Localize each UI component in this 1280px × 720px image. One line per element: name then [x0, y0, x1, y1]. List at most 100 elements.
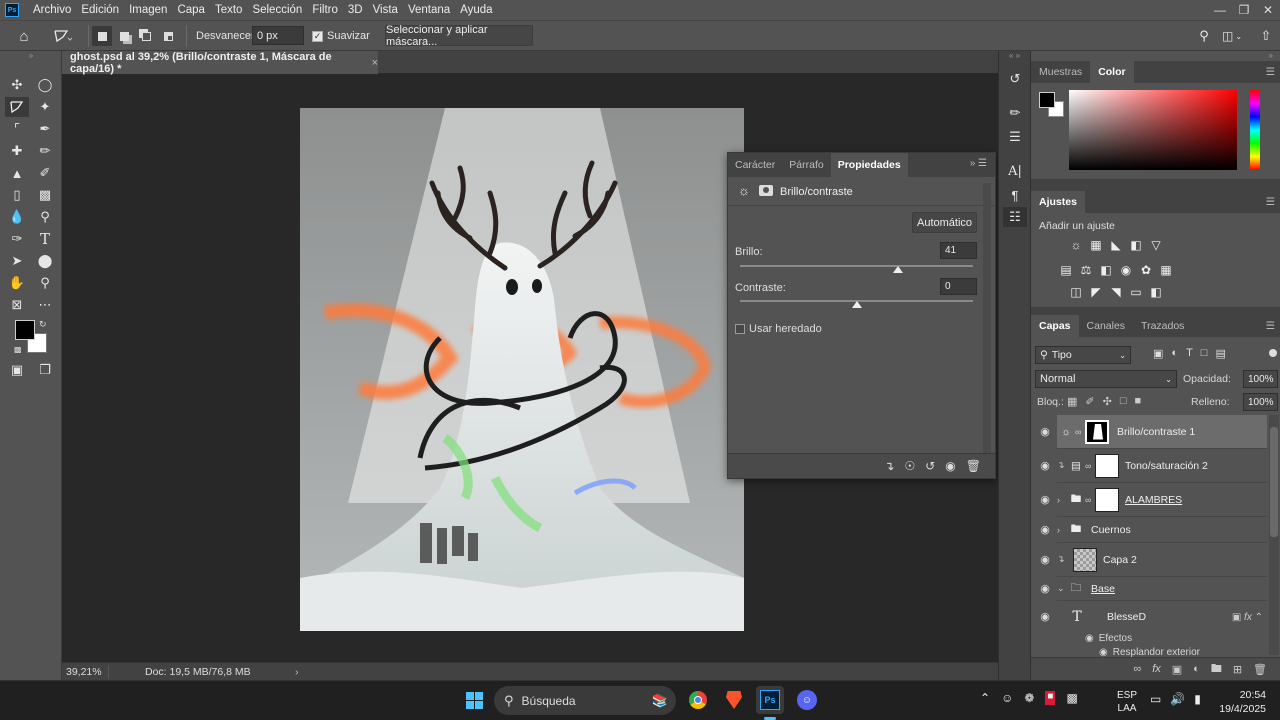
effect-outer-glow[interactable]: ◉ Resplandor exterior	[1099, 647, 1200, 657]
eyedropper-tool-icon[interactable]: ✒	[33, 119, 57, 139]
new-group-icon[interactable]: 🖿	[1211, 660, 1222, 679]
filter-toggle-icon[interactable]	[1269, 349, 1277, 357]
visibility-icon[interactable]: ◉	[945, 459, 955, 473]
panel-menu-icon[interactable]: ☰	[1266, 196, 1275, 208]
language-indicator[interactable]: ESP LAA	[1115, 689, 1139, 715]
black-white-icon[interactable]: ◧	[1099, 263, 1113, 277]
filter-type-icon[interactable]: T	[1186, 347, 1193, 360]
new-layer-icon[interactable]: ⊞	[1233, 663, 1242, 676]
menu-edicion[interactable]: Edición	[76, 4, 124, 16]
restore-icon[interactable]: ❐	[1232, 0, 1256, 20]
filter-adjustment-icon[interactable]: ◐	[1171, 347, 1178, 360]
history-brush-tool-icon[interactable]: ✐	[33, 163, 57, 183]
zoom-tool-icon[interactable]: ⚲	[33, 273, 57, 293]
dodge-tool-icon[interactable]: ⚲	[33, 207, 57, 227]
clip-to-layer-icon[interactable]: ↴	[884, 459, 894, 473]
quick-settings[interactable]: ▭ 🔊 ▮	[1150, 692, 1201, 706]
collapse-panels-icon[interactable]: « »	[999, 51, 1030, 61]
tab-canales[interactable]: Canales	[1079, 320, 1134, 332]
status-expand-icon[interactable]: ›	[295, 666, 299, 678]
properties-panel-icon[interactable]: ☷	[1003, 207, 1027, 227]
screen-mode-icon[interactable]: ❐	[33, 360, 57, 380]
brave-icon[interactable]	[720, 686, 748, 714]
menu-seleccion[interactable]: Selección	[247, 4, 307, 16]
windows-start-icon[interactable]	[460, 686, 488, 714]
filter-smart-icon[interactable]: ▤	[1215, 347, 1225, 360]
menu-filtro[interactable]: Filtro	[307, 4, 343, 16]
link-layers-icon[interactable]: ∞	[1133, 663, 1141, 675]
tray-chevron-up-icon[interactable]: ⌃	[980, 691, 990, 705]
lasso-tool-icon[interactable]	[5, 97, 29, 117]
layer-blessed[interactable]: T BlesseD ▣ fx ⌃	[1057, 601, 1267, 633]
new-adjustment-icon[interactable]: ◐	[1193, 663, 1200, 675]
tab-caracter[interactable]: Carácter	[728, 153, 782, 177]
share-icon[interactable]: ⇧	[1256, 26, 1276, 46]
selective-color-icon[interactable]: ◧	[1149, 285, 1163, 299]
layer-group-base[interactable]: ⌄ 🗀 Base	[1057, 577, 1267, 601]
contrast-slider-thumb[interactable]	[851, 301, 862, 308]
close-icon[interactable]: ✕	[1256, 0, 1280, 20]
legacy-checkbox[interactable]	[735, 324, 745, 334]
gradient-map-icon[interactable]: ▭	[1129, 285, 1143, 299]
foreground-color-swatch[interactable]	[15, 320, 35, 340]
panel-menu-icon[interactable]: » ☰	[962, 153, 995, 177]
menu-capa[interactable]: Capa	[172, 4, 210, 16]
color-lookup-icon[interactable]: ▦	[1159, 263, 1173, 277]
character-panel-icon[interactable]: A|	[1003, 161, 1027, 181]
eraser-tool-icon[interactable]: ▯	[5, 185, 29, 205]
layer-mask-icon[interactable]	[759, 185, 773, 196]
blend-mode-select[interactable]: Normal ⌄	[1035, 370, 1177, 388]
opacity-input[interactable]: 100%	[1243, 370, 1278, 388]
menu-vista[interactable]: Vista	[368, 4, 403, 16]
chain-icon[interactable]: ∞	[1085, 461, 1095, 471]
new-selection-icon[interactable]	[92, 26, 112, 46]
workspace-icon[interactable]: ◫ ⌄	[1218, 26, 1246, 46]
close-tab-icon[interactable]: ×	[372, 57, 378, 69]
menu-imagen[interactable]: Imagen	[124, 4, 172, 16]
color-balance-icon[interactable]: ⚖	[1079, 263, 1093, 277]
layer-mask-thumb[interactable]	[1095, 453, 1119, 478]
clock[interactable]: 20:54 19/4/2025	[1216, 688, 1266, 716]
toolbox-collapse-icon[interactable]: »	[0, 51, 62, 63]
reset-icon[interactable]: ↺	[925, 459, 935, 473]
quick-selection-tool-icon[interactable]: ✦	[33, 97, 57, 117]
posterize-icon[interactable]: ◤	[1089, 285, 1103, 299]
paragraph-panel-icon[interactable]: ¶	[1003, 185, 1027, 205]
layer-tono-saturacion[interactable]: ↴ ▤ ∞ Tono/saturación 2	[1057, 449, 1267, 483]
move-tool-icon[interactable]: ✣	[5, 75, 29, 95]
auto-button[interactable]: Automático	[912, 212, 977, 233]
curves-icon[interactable]: ◣	[1109, 238, 1123, 252]
menu-3d[interactable]: 3D	[343, 4, 368, 16]
marquee-tool-icon[interactable]: ◯	[33, 75, 57, 95]
delete-icon[interactable]: 🗑	[966, 459, 981, 473]
threshold-icon[interactable]: ◥	[1109, 285, 1123, 299]
crop-tool-icon[interactable]: ⌜	[5, 119, 29, 139]
brightness-input[interactable]: 41	[940, 242, 977, 259]
taskbar-search[interactable]: ⚲ Búsqueda 📚	[494, 686, 676, 715]
menu-texto[interactable]: Texto	[210, 4, 248, 16]
exposure-icon[interactable]: ◧	[1129, 238, 1143, 252]
invert-icon[interactable]: ◫	[1069, 285, 1083, 299]
more-tools-icon[interactable]: ⋯	[33, 295, 57, 315]
eye-icon[interactable]: ◉	[1031, 425, 1059, 438]
layer-filter-select[interactable]: ⚲ Tipo ⌄	[1035, 346, 1131, 364]
polygonal-lasso-preset-icon[interactable]	[48, 26, 78, 46]
feather-input[interactable]: 0 px	[252, 26, 304, 45]
path-selection-tool-icon[interactable]: ➤	[5, 251, 29, 271]
eye-icon[interactable]: ◉	[1031, 582, 1059, 595]
tab-capas[interactable]: Capas	[1031, 315, 1079, 337]
eye-icon[interactable]: ◉	[1099, 647, 1108, 657]
clone-stamp-tool-icon[interactable]: ▲	[5, 163, 29, 183]
tray-audio-meter-icon[interactable]: ▩	[1066, 691, 1077, 705]
eye-icon[interactable]: ◉	[1085, 633, 1094, 644]
discord-icon[interactable]: ☺	[793, 686, 821, 714]
eye-icon[interactable]: ◉	[1031, 493, 1059, 506]
tab-color[interactable]: Color	[1090, 61, 1134, 83]
lock-transparent-icon[interactable]: ▦	[1067, 395, 1077, 408]
tray-app-icon[interactable]: ❁	[1024, 691, 1034, 705]
document-tab[interactable]: ghost.psd al 39,2% (Brillo/contraste 1, …	[62, 51, 378, 75]
brightness-slider-thumb[interactable]	[893, 266, 904, 273]
tab-muestras[interactable]: Muestras	[1031, 66, 1090, 78]
eye-icon[interactable]: ◉	[1031, 523, 1059, 536]
hue-saturation-icon[interactable]: ▤	[1059, 263, 1073, 277]
